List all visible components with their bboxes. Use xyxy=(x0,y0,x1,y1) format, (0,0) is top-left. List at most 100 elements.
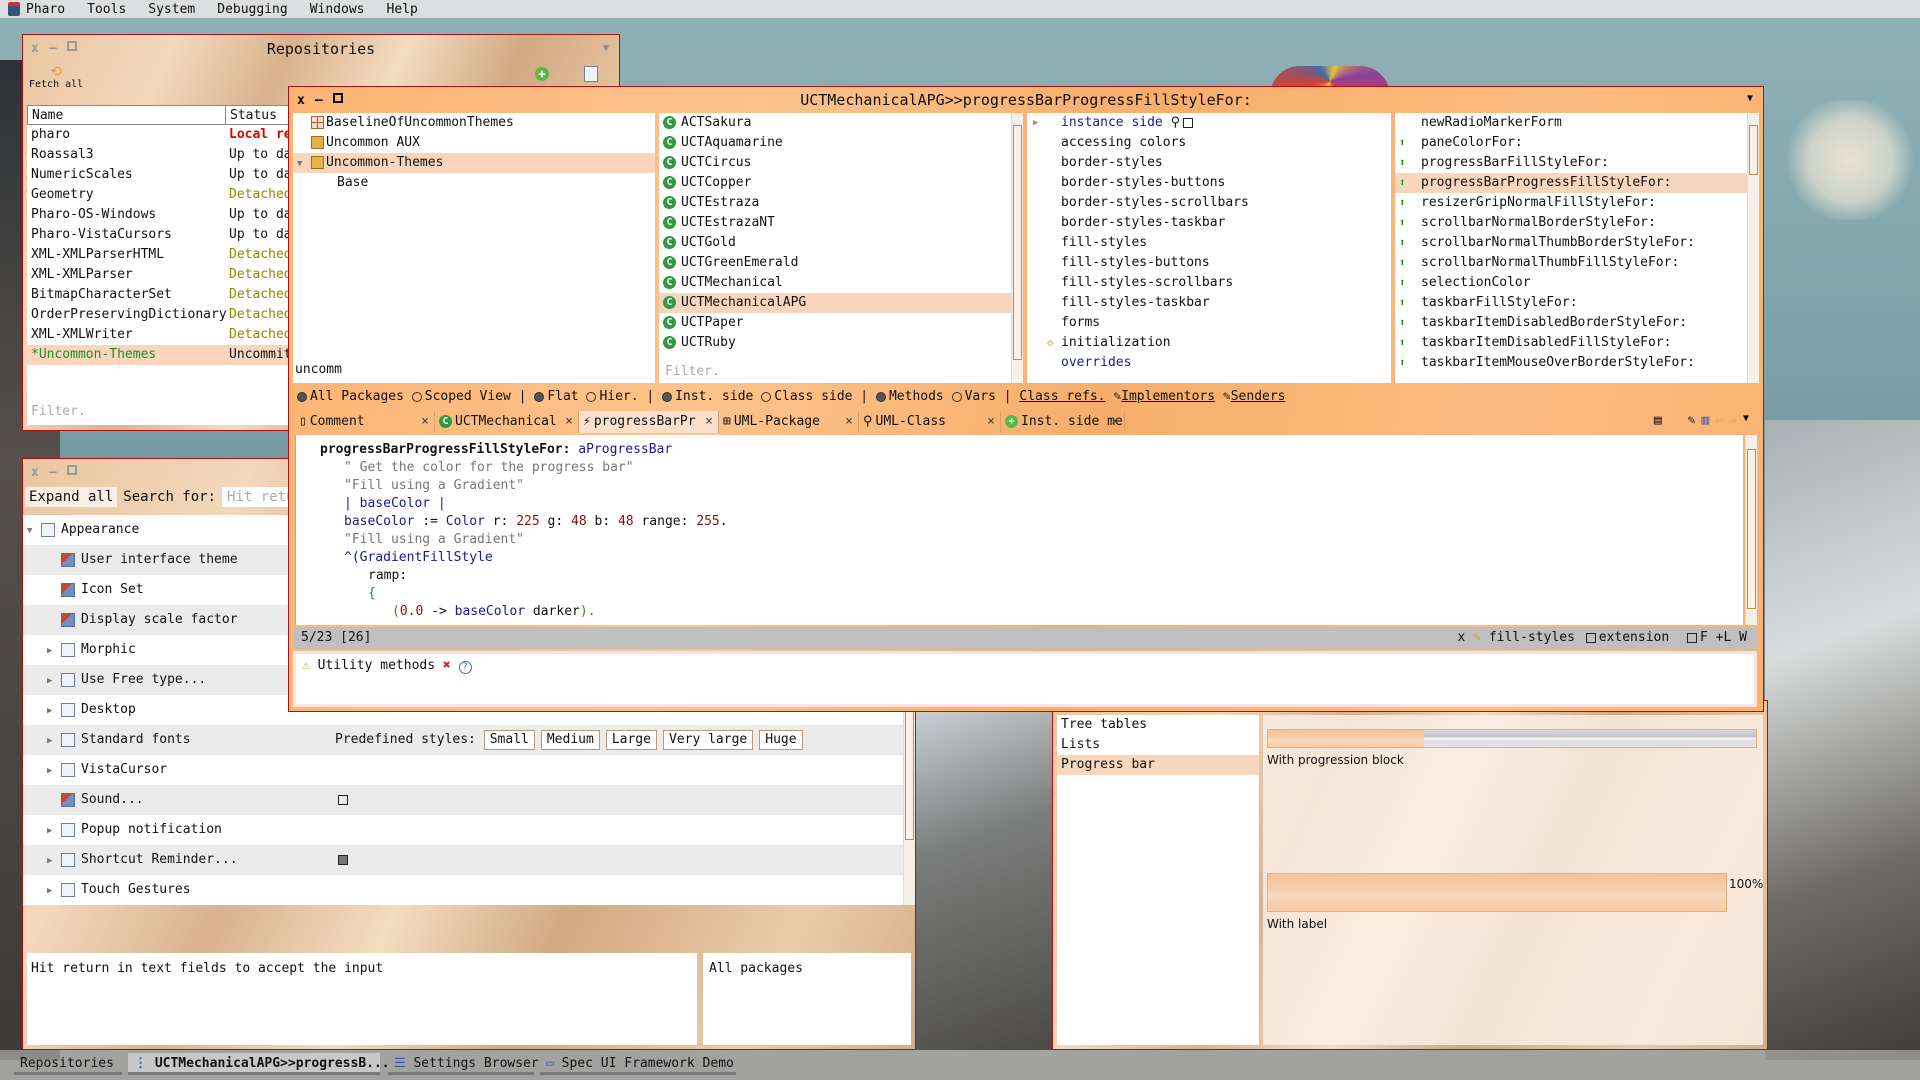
protocol-item[interactable]: accessing colors xyxy=(1027,133,1391,153)
style-button-medium[interactable]: Medium xyxy=(540,730,600,750)
format-checkbox[interactable] xyxy=(1687,632,1698,643)
taskbar-item[interactable]: ☰ Settings Browser xyxy=(388,1053,539,1075)
menu-windows[interactable]: Windows xyxy=(310,2,365,17)
all-packages-radio[interactable]: All Packages xyxy=(297,389,404,404)
forward-arrow-icon[interactable]: ⇨ xyxy=(1729,413,1737,428)
method-item[interactable]: ⬆ resizerGripNormalFillStyleFor: xyxy=(1395,193,1747,213)
expand-triangle-icon[interactable]: ▶ xyxy=(47,816,61,846)
protocol-item[interactable]: border-styles-buttons xyxy=(1027,173,1391,193)
close-protocol-button[interactable]: x xyxy=(1458,630,1466,645)
setting-row[interactable]: ▶ Touch Gestures xyxy=(23,875,905,905)
setting-row[interactable]: Sound... xyxy=(23,785,905,815)
tab-uml-package[interactable]: ⊞ UML-Package × xyxy=(719,411,859,433)
protocol-item[interactable]: border-styles-taskbar xyxy=(1027,213,1391,233)
close-tab-icon[interactable]: × xyxy=(845,411,853,433)
protocol-item[interactable]: border-styles-scrollbars xyxy=(1027,193,1391,213)
expand-triangle-icon[interactable]: ▼ xyxy=(297,154,311,174)
window-menu-icon[interactable]: ▼ xyxy=(1747,93,1753,104)
methods-radio[interactable]: Methods xyxy=(875,389,944,404)
class-refs-button[interactable]: Class refs. xyxy=(1019,389,1105,404)
package-item[interactable]: Base xyxy=(293,173,655,193)
method-item[interactable]: ⬆ progressBarProgressFillStyleFor: xyxy=(1395,173,1747,193)
protocol-item[interactable]: fill-styles-taskbar xyxy=(1027,293,1391,313)
expand-triangle-icon[interactable]: ▶ xyxy=(47,726,61,756)
class-item[interactable]: C ACTSakura xyxy=(659,113,1013,133)
inst-side-radio[interactable]: Inst. side xyxy=(662,389,753,404)
class-item[interactable]: C UCTGreenEmerald xyxy=(659,253,1013,273)
tab-progressbarpr[interactable]: ⚡ progressBarPr × xyxy=(579,411,719,433)
setting-checkbox[interactable] xyxy=(338,855,348,865)
code-scrollbar[interactable] xyxy=(1745,435,1757,625)
menu-tools[interactable]: Tools xyxy=(87,2,126,17)
protocol-item[interactable]: fill-styles-scrollbars xyxy=(1027,273,1391,293)
window-menu-icon[interactable]: ▼ xyxy=(603,43,609,54)
taskbar-item[interactable]: ⋮ UCTMechanicalAPG>>progressB... xyxy=(128,1053,390,1075)
column-name[interactable]: Name xyxy=(28,106,226,124)
class-item[interactable]: C UCTGold xyxy=(659,233,1013,253)
expand-triangle-icon[interactable]: ▶ xyxy=(47,696,61,726)
class-item[interactable]: C UCTRuby xyxy=(659,333,1013,353)
hierarchy-icon[interactable]: ⚲ xyxy=(1163,115,1181,130)
class-scrollbar[interactable] xyxy=(1011,113,1023,383)
class-side-radio[interactable]: Class side xyxy=(761,389,852,404)
senders-button[interactable]: ✎Senders xyxy=(1223,389,1286,404)
protocol-item[interactable]: fill-styles xyxy=(1027,233,1391,253)
book-icon[interactable]: ▥ xyxy=(1701,413,1709,428)
method-item[interactable]: ⬆ taskbarItemDisabledBorderStyleFor: xyxy=(1395,313,1747,333)
implementors-button[interactable]: ✎Implementors xyxy=(1113,389,1215,404)
flat-radio[interactable]: Flat xyxy=(534,389,579,404)
help-icon[interactable]: ? xyxy=(458,661,472,674)
expand-triangle-icon[interactable]: ▶ xyxy=(1033,113,1038,133)
inherited-checkbox[interactable] xyxy=(1183,117,1194,128)
menu-pharo[interactable]: Pharo xyxy=(26,2,65,17)
class-item[interactable]: C UCTMechanical xyxy=(659,273,1013,293)
method-scrollbar[interactable] xyxy=(1747,113,1759,383)
expand-triangle-icon[interactable]: ▶ xyxy=(47,666,61,696)
method-item[interactable]: ⬆ progressBarFillStyleFor: xyxy=(1395,153,1747,173)
extension-checkbox[interactable] xyxy=(1585,632,1596,643)
class-item[interactable]: C UCTCopper xyxy=(659,173,1013,193)
pharo-logo-icon[interactable] xyxy=(8,2,20,16)
class-item[interactable]: C UCTAquamarine xyxy=(659,133,1013,153)
hier-radio[interactable]: Hier. xyxy=(586,389,639,404)
class-item[interactable]: C UCTEstraza xyxy=(659,193,1013,213)
class-filter-input[interactable]: Filter. xyxy=(665,364,995,379)
code-editor[interactable]: progressBarProgressFillStyleFor: aProgre… xyxy=(295,435,1743,625)
setting-checkbox[interactable] xyxy=(338,795,348,805)
protocol-item[interactable]: border-styles xyxy=(1027,153,1391,173)
method-item[interactable]: ⬆ selectionColor xyxy=(1395,273,1747,293)
protocol-label[interactable]: fill-styles xyxy=(1489,630,1575,645)
close-tab-icon[interactable]: × xyxy=(421,411,429,433)
method-item[interactable]: newRadioMarkerForm xyxy=(1395,113,1747,133)
taskbar-item[interactable]: Repositories xyxy=(14,1053,122,1075)
expand-triangle-icon[interactable]: ▶ xyxy=(47,846,61,876)
package-filter-input[interactable]: uncomm xyxy=(295,362,342,377)
method-item[interactable]: ⬆ scrollbarNormalBorderStyleFor: xyxy=(1395,213,1747,233)
fetch-all-button[interactable]: ⟲ Fetch all xyxy=(29,65,83,90)
demo-list-item[interactable]: Tree tables xyxy=(1057,715,1259,735)
demo-list-item[interactable]: Progress bar xyxy=(1057,755,1259,775)
column-status[interactable]: Status xyxy=(226,106,277,124)
close-icon[interactable]: x xyxy=(31,465,39,480)
style-button-small[interactable]: Small xyxy=(483,730,535,750)
style-button-very-large[interactable]: Very large xyxy=(662,730,754,750)
class-item[interactable]: C UCTMechanicalAPG xyxy=(659,293,1013,313)
settings-list-icon[interactable] xyxy=(584,66,598,82)
setting-row[interactable]: ▶ Shortcut Reminder... xyxy=(23,845,905,875)
close-tab-icon[interactable]: × xyxy=(1111,411,1119,433)
back-arrow-icon[interactable]: ⇦ xyxy=(1715,413,1723,428)
method-item[interactable]: ⬆ paneColorFor: xyxy=(1395,133,1747,153)
brush-icon[interactable]: ✎ xyxy=(1688,413,1696,428)
protocol-item[interactable]: ◇ initialization xyxy=(1027,333,1391,353)
close-tab-icon[interactable]: × xyxy=(987,411,995,433)
menu-debugging[interactable]: Debugging xyxy=(217,2,287,17)
vars-radio[interactable]: Vars xyxy=(951,389,996,404)
menu-system[interactable]: System xyxy=(148,2,195,17)
copy-icon[interactable]: ▤ xyxy=(1654,413,1662,428)
close-tab-icon[interactable]: × xyxy=(565,411,573,433)
maximize-icon[interactable] xyxy=(66,465,77,475)
ban-critic-icon[interactable]: ✖ xyxy=(443,658,451,673)
tab-uctmechanical[interactable]: C UCTMechanical × xyxy=(435,411,579,433)
expand-all-button[interactable]: Expand all xyxy=(25,487,118,507)
protocol-item[interactable]: fill-styles-buttons xyxy=(1027,253,1391,273)
